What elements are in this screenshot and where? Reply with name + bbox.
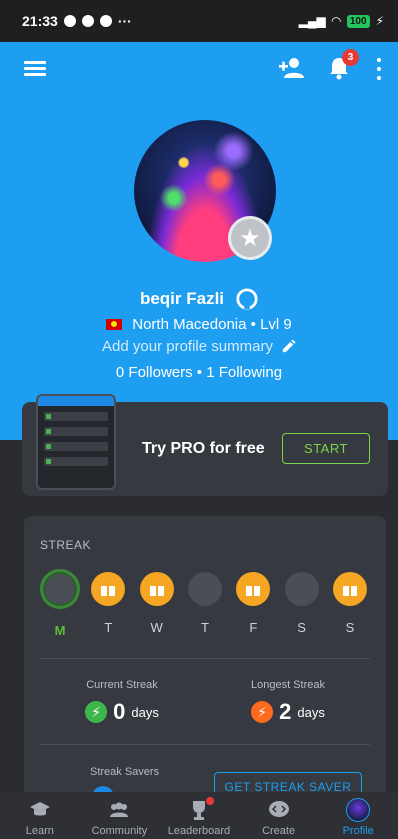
more-options-icon[interactable]	[375, 58, 383, 80]
longest-streak: Longest Streak ⚡ 2 days	[198, 679, 378, 725]
country-level-row: North Macedonia • Lvl 9	[0, 316, 398, 333]
current-streak-value: 0	[113, 699, 126, 724]
streak-title: STREAK	[40, 538, 92, 552]
day-label: W	[150, 620, 163, 635]
profile-avatar[interactable]: ★	[134, 120, 276, 262]
nav-create[interactable]: Create	[239, 799, 319, 837]
nav-label: Leaderboard	[167, 825, 231, 837]
day-label: T	[201, 620, 209, 635]
profile-name-row: beqir Fazli	[0, 288, 398, 310]
start-pro-button[interactable]: START	[282, 433, 370, 464]
status-bar: 21:33 ··· ▂▄▆ ◠ 100 ⚡	[0, 0, 398, 42]
nav-label: Create	[262, 825, 296, 837]
app-icon	[99, 15, 112, 27]
leaderboard-dot-badge	[206, 797, 215, 805]
graduation-cap-icon	[29, 802, 50, 816]
current-streak: Current Streak ⚡ 0 days	[32, 679, 212, 725]
profile-summary-placeholder: Add your profile summary	[102, 338, 273, 355]
profile-screen: 21:33 ··· ▂▄▆ ◠ 100 ⚡ 3 ★ beqir Fazli No…	[0, 0, 398, 839]
streak-day: F	[235, 572, 271, 638]
people-icon	[110, 802, 129, 817]
divider	[40, 658, 370, 659]
nav-label: Community	[91, 825, 148, 837]
empty-day-circle	[187, 572, 222, 606]
nav-community[interactable]: Community	[80, 799, 160, 837]
streak-day: S	[284, 572, 320, 638]
gift-icon	[139, 572, 174, 606]
day-label: F	[249, 620, 258, 635]
nav-label: Learn	[25, 825, 54, 837]
current-day-circle	[40, 569, 80, 609]
bottom-navigation: Learn Community Leaderboard Create Profi…	[0, 792, 398, 839]
longest-streak-value: 2	[279, 699, 292, 724]
battery-icon: 100	[346, 14, 370, 28]
divider	[40, 744, 370, 745]
empty-day-circle	[284, 572, 319, 606]
streak-day: T	[187, 572, 223, 638]
gift-icon	[91, 572, 126, 606]
current-streak-unit: days	[131, 704, 159, 720]
pro-preview-image	[36, 394, 116, 490]
more-notifications-icon: ···	[117, 13, 132, 29]
streak-day: S	[332, 572, 368, 638]
notification-app-icon	[63, 15, 76, 27]
gift-icon	[236, 572, 271, 606]
streak-day: T	[90, 572, 126, 638]
status-time: 21:33	[22, 13, 58, 29]
add-friend-icon[interactable]	[278, 56, 304, 80]
gift-icon	[332, 572, 367, 606]
nav-leaderboard[interactable]: Leaderboard	[159, 797, 239, 837]
country-level: North Macedonia • Lvl 9	[132, 316, 292, 333]
pencil-icon[interactable]	[281, 339, 296, 354]
day-label: S	[345, 620, 355, 635]
nav-learn[interactable]: Learn	[0, 799, 80, 837]
hamburger-menu-icon[interactable]	[24, 58, 46, 78]
streak-savers-label: Streak Savers	[90, 766, 160, 778]
ghost-app-icon	[81, 15, 94, 27]
star-icon[interactable]: ★	[228, 216, 272, 260]
charging-icon: ⚡	[375, 14, 384, 28]
profile-summary-row[interactable]: Add your profile summary	[0, 338, 398, 355]
north-macedonia-flag-icon	[106, 319, 123, 330]
profile-name: beqir Fazli	[139, 289, 225, 308]
day-label: T	[104, 620, 113, 635]
follow-counts[interactable]: 0 Followers • 1 Following	[0, 364, 398, 381]
day-label: M	[54, 623, 66, 638]
lightning-icon: ⚡	[85, 701, 108, 723]
streak-day: M	[40, 569, 80, 638]
current-streak-label: Current Streak	[86, 679, 158, 691]
longest-streak-unit: days	[297, 704, 325, 720]
lightning-icon: ⚡	[251, 701, 274, 723]
nav-profile[interactable]: Profile	[318, 798, 398, 837]
profile-header: 3 ★ beqir Fazli North Macedonia • Lvl 9 …	[0, 42, 398, 440]
streak-days: M T W T F S S	[40, 569, 368, 638]
wifi-icon: ◠	[331, 14, 341, 28]
streak-card: STREAK M T W T F S S Current Streak ⚡ 0 …	[24, 516, 386, 816]
signal-icon: ▂▄▆	[298, 14, 326, 28]
streak-day: W	[139, 572, 175, 638]
longest-streak-label: Longest Streak	[251, 679, 325, 691]
code-bubble-icon	[268, 801, 289, 817]
notification-badge: 3	[342, 49, 359, 66]
github-icon[interactable]	[236, 288, 258, 310]
nav-label: Profile	[342, 825, 374, 837]
day-label: S	[297, 620, 306, 635]
pro-promo-card: Try PRO for free START	[22, 394, 388, 496]
avatar	[346, 798, 371, 822]
pro-title: Try PRO for free	[142, 440, 265, 457]
